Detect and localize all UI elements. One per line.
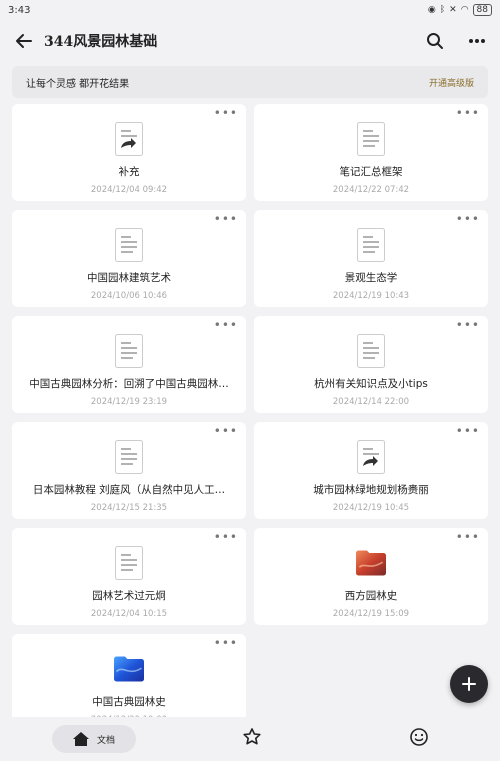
card-title: 中国园林建筑艺术	[87, 272, 171, 284]
banner-slogan: 让每个灵感 都开花结果	[26, 78, 130, 90]
doc-icon	[356, 228, 386, 262]
card-date: 2024/12/04 09:42	[90, 185, 168, 195]
card-more-icon[interactable]: •••	[456, 213, 480, 225]
card-title: 中国古典园林分析：回溯了中国古典园林…	[29, 378, 229, 390]
mute-icon: ✕	[449, 5, 457, 15]
card-title: 日本园林教程 刘庭风（从自然中见人工…	[32, 484, 226, 496]
card-more-icon[interactable]: •••	[456, 319, 480, 331]
battery-icon: 88	[472, 4, 492, 16]
card-more-icon[interactable]: •••	[456, 531, 480, 543]
plus-icon	[462, 677, 476, 691]
card-date: 2024/10/06 10:46	[90, 291, 168, 301]
upgrade-link[interactable]: 开通高级版	[429, 76, 474, 89]
nav-docs-label: 文档	[96, 735, 115, 746]
shared-doc-icon	[114, 122, 144, 156]
card-date: 2024/12/04 10:15	[90, 609, 168, 619]
bluetooth-icon: ᛒ	[439, 5, 446, 15]
add-button[interactable]	[450, 665, 488, 703]
card-date: 2024/12/19 15:09	[332, 609, 410, 619]
doc-icon	[356, 334, 386, 368]
card-title: 景观生态学	[344, 272, 398, 284]
document-card[interactable]: ••• 中国古典园林分析：回溯了中国古典园林… 2024/12/19 23:19	[12, 316, 246, 413]
document-card[interactable]: ••• 杭州有关知识点及小tips 2024/12/14 22:00	[254, 316, 488, 413]
card-title: 园林艺术过元炯	[92, 590, 166, 602]
card-more-icon[interactable]: •••	[214, 107, 238, 119]
nav-docs-tab[interactable]: 文档	[52, 725, 136, 753]
document-card[interactable]: ••• 西方园林史 2024/12/19 15:09	[254, 528, 488, 625]
top-bar: 344风景园林基础	[0, 20, 500, 62]
shared-doc-icon	[356, 440, 386, 474]
card-title: 城市园林绿地规划杨赉丽	[313, 484, 429, 496]
card-title: 中国古典园林史	[92, 696, 166, 708]
card-date: 2024/12/19 10:43	[332, 291, 410, 301]
document-grid: ••• 补充 2024/12/04 09:42 ••• 笔记汇总框架 2024/12/22…	[12, 104, 488, 731]
blue-folder-icon	[114, 652, 144, 686]
document-card[interactable]: ••• 中国园林建筑艺术 2024/10/06 10:46	[12, 210, 246, 307]
doc-icon	[114, 334, 144, 368]
smiley-icon[interactable]	[409, 727, 429, 751]
card-date: 2024/12/19 23:19	[90, 397, 168, 407]
doc-icon	[114, 546, 144, 580]
card-more-icon[interactable]: •••	[456, 107, 480, 119]
card-title: 西方园林史	[344, 590, 398, 602]
upgrade-banner: 让每个灵感 都开花结果 开通高级版	[12, 66, 488, 98]
star-icon[interactable]	[242, 727, 262, 751]
home-icon	[72, 732, 89, 746]
card-more-icon[interactable]: •••	[214, 531, 238, 543]
search-icon[interactable]	[424, 30, 446, 52]
page-title: 344风景园林基础	[44, 34, 158, 50]
card-title: 笔记汇总框架	[339, 166, 403, 178]
card-more-icon[interactable]: •••	[214, 425, 238, 437]
card-more-icon[interactable]: •••	[456, 425, 480, 437]
back-arrow-icon[interactable]	[12, 29, 36, 53]
doc-icon	[114, 440, 144, 474]
card-date: 2024/12/19 10:45	[332, 503, 410, 513]
card-more-icon[interactable]: •••	[214, 319, 238, 331]
status-time: 3:43	[8, 4, 31, 16]
card-title: 杭州有关知识点及小tips	[314, 378, 428, 390]
orange-folder-icon	[356, 546, 386, 580]
card-title: 补充	[118, 166, 140, 178]
bottom-nav: 文档	[0, 717, 500, 761]
doc-icon	[356, 122, 386, 156]
eye-icon: ◉	[427, 5, 436, 15]
document-card[interactable]: ••• 园林艺术过元炯 2024/12/04 10:15	[12, 528, 246, 625]
card-more-icon[interactable]: •••	[214, 213, 238, 225]
status-icons: ◉ ᛒ ✕ ◠ 88	[428, 4, 492, 16]
card-more-icon[interactable]: •••	[214, 637, 238, 649]
card-date: 2024/12/15 21:35	[90, 503, 168, 513]
document-card[interactable]: ••• 景观生态学 2024/12/19 10:43	[254, 210, 488, 307]
document-card[interactable]: ••• 笔记汇总框架 2024/12/22 07:42	[254, 104, 488, 201]
status-bar: 3:43 ◉ ᛒ ✕ ◠ 88	[0, 0, 500, 20]
document-card[interactable]: ••• 补充 2024/12/04 09:42	[12, 104, 246, 201]
card-date: 2024/12/14 22:00	[332, 397, 410, 407]
more-menu-icon[interactable]	[466, 30, 488, 52]
wifi-icon: ◠	[460, 5, 469, 15]
doc-icon	[114, 228, 144, 262]
card-date: 2024/12/22 07:42	[332, 185, 410, 195]
document-card[interactable]: ••• 城市园林绿地规划杨赉丽 2024/12/19 10:45	[254, 422, 488, 519]
document-card[interactable]: ••• 日本园林教程 刘庭风（从自然中见人工… 2024/12/15 21:35	[12, 422, 246, 519]
